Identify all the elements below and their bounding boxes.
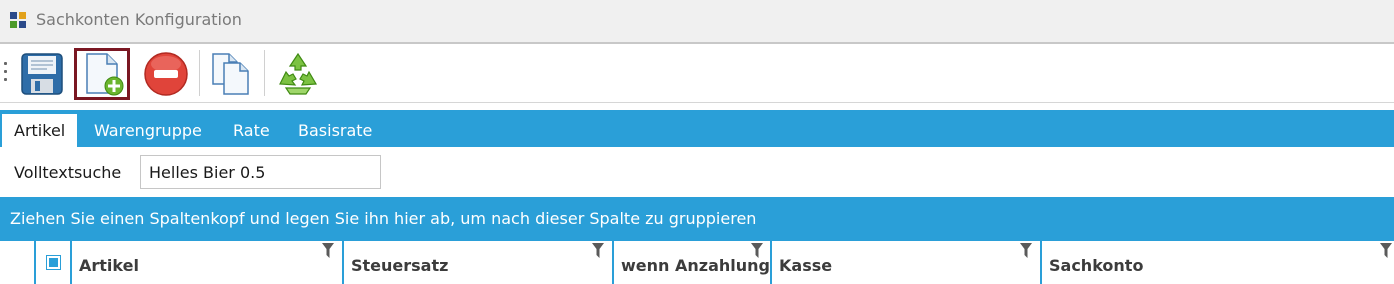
search-input[interactable] (140, 155, 381, 189)
grid-header: Artikel Steuersatz wenn Anzahlung Kasse … (0, 241, 1394, 284)
tab-bar: Artikel Warengruppe Rate Basisrate (0, 110, 1394, 147)
toolbar-grip-handle[interactable] (4, 62, 8, 86)
filter-icon[interactable] (592, 243, 604, 259)
filter-icon[interactable] (751, 243, 763, 259)
tab-warengruppe[interactable]: Warengruppe (82, 114, 214, 147)
grid-indent-column (34, 241, 36, 284)
tab-rate[interactable]: Rate (221, 114, 282, 147)
delete-button[interactable] (138, 48, 194, 100)
copy-button[interactable] (203, 48, 259, 100)
group-by-panel[interactable]: Ziehen Sie einen Spaltenkopf und legen S… (0, 197, 1394, 241)
filter-icon[interactable] (1020, 243, 1032, 259)
column-header-steuersatz[interactable]: Steuersatz (342, 241, 612, 284)
column-label: Steuersatz (351, 256, 449, 275)
column-header-artikel[interactable]: Artikel (70, 241, 342, 284)
select-all-checkbox[interactable] (46, 255, 61, 270)
filter-icon[interactable] (1380, 243, 1392, 259)
save-button[interactable] (14, 48, 70, 100)
recycle-button[interactable] (270, 48, 326, 100)
tab-artikel[interactable]: Artikel (2, 114, 78, 147)
floppy-save-icon (21, 53, 63, 95)
app-logo-icon (10, 12, 26, 28)
recycle-icon (279, 52, 318, 95)
column-label: Sachkonto (1049, 256, 1144, 275)
column-header-wenn-anzahlung[interactable]: wenn Anzahlung (612, 241, 770, 284)
title-bar: Sachkonten Konfiguration (0, 0, 1394, 44)
column-header-kasse[interactable]: Kasse (770, 241, 1040, 284)
column-label: Kasse (779, 256, 833, 275)
red-minus-delete-icon (144, 52, 188, 96)
tab-basisrate[interactable]: Basisrate (286, 114, 384, 147)
new-document-plus-icon (86, 53, 124, 96)
filter-icon[interactable] (322, 243, 334, 259)
column-header-sachkonto[interactable]: Sachkonto (1040, 241, 1394, 284)
new-button[interactable] (74, 48, 130, 100)
column-label: wenn Anzahlung (621, 256, 770, 275)
toolbar-separator (199, 50, 200, 96)
copy-documents-icon (212, 53, 249, 95)
window-title: Sachkonten Konfiguration (36, 10, 242, 29)
toolbar-separator (264, 50, 265, 96)
toolbar (0, 44, 1394, 103)
column-label: Artikel (79, 256, 139, 275)
search-label: Volltextsuche (14, 163, 122, 182)
